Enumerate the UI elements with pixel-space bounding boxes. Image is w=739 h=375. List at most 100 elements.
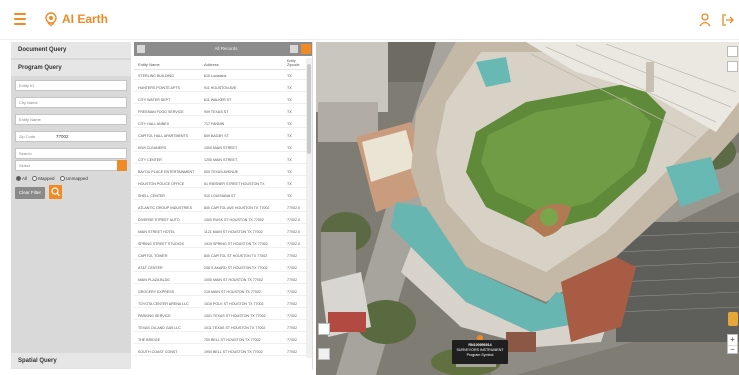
cell-name: HUNTERS POINTE APTS (138, 86, 180, 90)
radio-unmapped[interactable] (59, 176, 65, 182)
street-view-icon[interactable] (728, 312, 738, 326)
table-row[interactable]: AT&T CENTER 208 S AKARD ST HOUSTON TX 770… (134, 264, 306, 272)
table-row[interactable]: CAPITOL HALL APARTMENTS 609 BAGBY ST TX (134, 132, 306, 140)
cell-zip: 77002 (287, 254, 297, 258)
cell-address: 609 BAGBY ST (204, 134, 229, 138)
col-entity-name[interactable]: Entity Name (138, 62, 160, 67)
results-panel: All Records Entity Name Address Entity Z… (134, 42, 313, 369)
cell-address: 1001 TEXAS ST HOUSTON TX 77002 (204, 314, 266, 318)
results-scrollbar[interactable] (306, 58, 312, 358)
export-icon[interactable] (290, 45, 298, 53)
entity-id-field[interactable]: Entity ID (15, 80, 127, 91)
cell-address: 1000 MAIN ST HOUSTON TX 77002 (204, 278, 263, 282)
cell-name: GROCERY EXPRESS (138, 290, 175, 294)
table-row[interactable]: MAIN PLAZA BLDG 1000 MAIN ST HOUSTON TX 7… (134, 276, 306, 284)
table-row[interactable]: GROCERY EXPRESS 215 MAIN ST HOUSTON TX 77… (134, 288, 306, 296)
table-row[interactable]: ATLANTIC GROUP INDUSTRIES 800 CAPITOL AVE… (134, 204, 306, 212)
cell-address: 1011 TEXAS ST HOUSTON TX 77002 (204, 326, 266, 330)
program-select[interactable]: Select (15, 160, 127, 171)
cell-address: 800 CAPITOL AVE HOUSTON TX 77002 (204, 206, 270, 210)
clear-filter-button[interactable]: Clear Filter (15, 187, 45, 199)
hamburger-icon[interactable] (14, 13, 26, 25)
col-address[interactable]: Address (204, 62, 219, 67)
zoom-out-icon[interactable]: − (728, 345, 737, 354)
cell-address: 1200 MAIN STREET (204, 158, 238, 162)
map-view[interactable]: + − (316, 42, 739, 375)
cell-address: 208 S AKARD ST HOUSTON TX 77002 (204, 266, 268, 270)
program-query-header[interactable]: Program Query (11, 60, 131, 76)
home-icon[interactable] (318, 323, 330, 335)
cell-address: 911 HOUSTON AVE (204, 86, 237, 90)
chevron-down-icon[interactable] (117, 160, 127, 171)
fullscreen-icon[interactable] (727, 46, 738, 57)
city-name-field[interactable]: City Name (15, 97, 127, 108)
cell-zip: TX (287, 194, 292, 198)
basemap-icon[interactable] (318, 348, 330, 360)
filter-icon[interactable] (301, 44, 311, 54)
col-zipcode[interactable]: Entity Zipcode (287, 59, 305, 67)
table-row[interactable]: BAYOU PLACE ENTERTAINMENT 500 TEXAS AVENU… (134, 168, 306, 176)
cell-zip: 77002 (287, 314, 297, 318)
scroll-thumb[interactable] (307, 64, 311, 154)
back-icon[interactable] (137, 45, 145, 53)
table-row[interactable]: THE BRIDGE 700 BELL ST HOUSTON TX 77002 77… (134, 336, 306, 344)
table-row[interactable]: STERLING BUILDING 615 Louisiana TX (134, 72, 306, 80)
cell-zip: 77002 (287, 326, 297, 330)
table-row[interactable]: SOUTH COAST CONST 1900 BELL ST HOUSTON TX… (134, 348, 306, 356)
cell-address: 1900 BELL ST HOUSTON TX 77002 (204, 350, 263, 354)
cell-zip: 77002.0 (287, 218, 300, 222)
cell-address: 615 Louisiana (204, 74, 227, 78)
logout-icon[interactable] (721, 13, 734, 27)
table-row[interactable]: TEXAS OIL AND GAS LLC 1011 TEXAS ST HOUST… (134, 324, 306, 332)
cell-name: TOYOTA CENTER ARENA LLC (138, 302, 189, 306)
cell-address: 800 CAPITOL ST HOUSTON TX 77002 (204, 254, 268, 258)
cell-zip: 77002 (287, 290, 297, 294)
entity-name-field[interactable]: Entity Name (15, 114, 127, 125)
table-row[interactable]: SPRING STREET STUDIOS 1919 SPRING ST HOUS… (134, 240, 306, 248)
zip-code-field[interactable]: Zip Code 77002 (15, 131, 127, 142)
table-row[interactable]: KIWI CLEANERS 1000 MAIN STREET TX (134, 144, 306, 152)
cell-name: STERLING BUILDING (138, 74, 174, 78)
table-row[interactable]: FREEMAN FOOD SERVICE 909 TEXAS ST TX (134, 108, 306, 116)
cell-zip: TX (287, 74, 292, 78)
cell-name: CITY CENTER (138, 158, 162, 162)
table-row[interactable]: CITY CENTER 1200 MAIN STREET TX (134, 156, 306, 164)
table-row[interactable]: HOUSTON POLICE OFFICE 61 RIESNER STREET H… (134, 180, 306, 188)
zip-code-value: 77002 (56, 134, 69, 139)
results-title: All Records (214, 46, 238, 51)
cell-zip: TX (287, 158, 292, 162)
cell-name: THE BRIDGE (138, 338, 160, 342)
table-row[interactable]: CITY WATER DEPT 611 WALKER ST TX (134, 96, 306, 104)
document-query-header[interactable]: Document Query (11, 42, 131, 58)
cell-name: CITY HALL ANNEX (138, 122, 170, 126)
cell-address: 1000 MAIN STREET (204, 146, 238, 150)
table-row[interactable]: TOYOTA CENTER ARENA LLC 1510 POLK ST HOUS… (134, 300, 306, 308)
cell-name: CAPITOL TOWER (138, 254, 168, 258)
user-icon[interactable] (699, 13, 711, 27)
table-row[interactable]: PARKING SERVICE 1001 TEXAS ST HOUSTON TX … (134, 312, 306, 320)
zoom-in-icon[interactable]: + (728, 335, 737, 345)
table-row[interactable]: SHELL CENTER 910 LOUISIANA ST TX (134, 192, 306, 200)
search-field[interactable]: Search (15, 148, 127, 159)
program-select-placeholder: Select (19, 163, 31, 168)
cell-address: 1000 RUSK ST HOUSTON TX 77002 (204, 218, 264, 222)
cell-zip: TX (287, 86, 292, 90)
cell-zip: TX (287, 110, 292, 114)
table-row[interactable]: DIVERSE STREET AUTO 1000 RUSK ST HOUSTON … (134, 216, 306, 224)
popup-label: Program Symbol (466, 353, 494, 357)
table-row[interactable]: MAIN STREET HOTEL 1121 MAIN ST HOUSTON TX… (134, 228, 306, 236)
table-row[interactable]: HUNTERS POINTE APTS 911 HOUSTON AVE TX (134, 84, 306, 92)
mapped-filter-radios: All Mapped Unmapped (16, 176, 128, 184)
zoom-control: + − (727, 334, 738, 354)
radio-all[interactable] (16, 176, 21, 182)
map-popup[interactable]: RN100956914 SURVEYORS INSTRUMENT Program… (452, 340, 508, 364)
table-row[interactable]: CITY HALL ANNEX 717 FANNIN TX (134, 120, 306, 128)
search-button[interactable] (49, 185, 62, 199)
radio-mapped[interactable] (32, 176, 38, 182)
cell-address: 1919 SPRING ST HOUSTON TX 77002 (204, 242, 268, 246)
table-row[interactable]: CAPITOL TOWER 800 CAPITOL ST HOUSTON TX 7… (134, 252, 306, 260)
app-title: AI Earth (62, 12, 109, 26)
spatial-query-header[interactable]: Spatial Query (11, 353, 131, 369)
layers-icon[interactable] (727, 61, 738, 72)
cell-zip: 77002 (287, 302, 297, 306)
